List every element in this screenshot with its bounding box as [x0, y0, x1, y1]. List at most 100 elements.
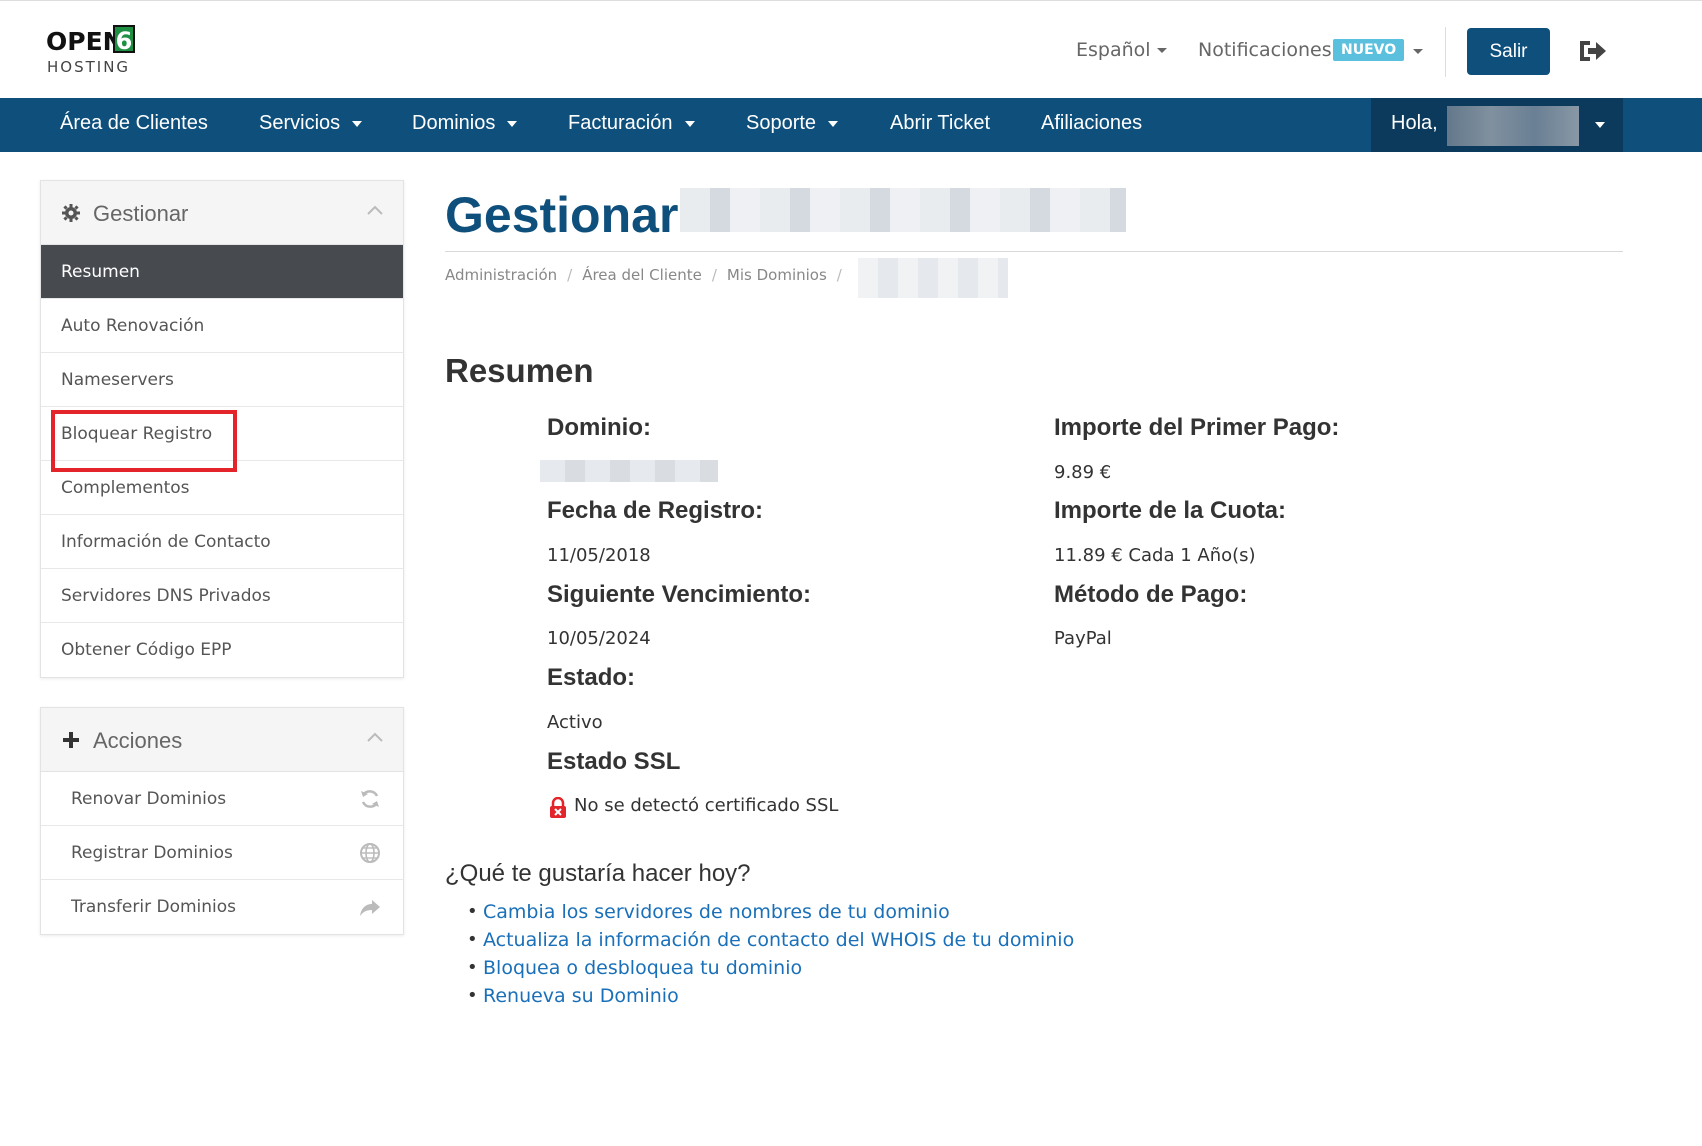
new-badge: NUEVO — [1333, 39, 1405, 61]
sign-out-icon[interactable] — [1576, 37, 1608, 65]
sidebar-item-addons[interactable]: Complementos — [41, 461, 403, 515]
nav-label: Dominios — [412, 112, 496, 134]
language-dropdown[interactable]: Español — [1076, 39, 1167, 61]
domain-label: Dominio: — [547, 414, 651, 441]
nav-services[interactable]: Servicios — [259, 112, 363, 135]
chevron-up-icon[interactable] — [367, 205, 383, 215]
breadcrumb-admin[interactable]: Administración — [445, 266, 557, 284]
page-title: Gestionar — [445, 187, 679, 243]
nav-open-ticket[interactable]: Abrir Ticket — [890, 112, 990, 135]
sidebar-action-renew[interactable]: Renovar Dominios — [41, 772, 403, 826]
notifications-dropdown[interactable]: Notificaciones — [1198, 39, 1332, 61]
main-navbar: Área de Clientes Servicios Dominios Fact… — [0, 98, 1702, 152]
sidebar-item-label: Registrar Dominios — [71, 843, 233, 863]
nav-affiliates[interactable]: Afiliaciones — [1041, 112, 1142, 135]
redacted-username — [1447, 106, 1579, 146]
sidebar-item-label: Información de Contacto — [61, 532, 271, 552]
user-menu[interactable]: Hola, — [1371, 98, 1623, 152]
chevron-down-icon — [828, 120, 839, 127]
nav-billing[interactable]: Facturación — [568, 112, 695, 135]
breadcrumb-separator: / — [711, 266, 717, 284]
manage-panel-title: Gestionar — [93, 201, 189, 226]
sidebar-item-label: Nameservers — [61, 370, 174, 390]
breadcrumb-separator: / — [836, 266, 842, 284]
breadcrumb-separator: / — [567, 266, 573, 284]
ssl-status-label: Estado SSL — [547, 748, 681, 775]
redacted-domain-title — [680, 188, 1126, 232]
actions-panel: Acciones Renovar Dominios Registrar Domi… — [40, 707, 404, 935]
globe-icon — [360, 843, 380, 863]
link-renew-domain[interactable]: Renueva su Dominio — [483, 985, 679, 1007]
list-item: Bloquea o desbloquea tu dominio — [467, 957, 1074, 985]
sidebar-item-label: Auto Renovación — [61, 316, 205, 336]
open6-hosting-logo[interactable]: OPEN 6 HOSTING — [46, 23, 176, 79]
actions-panel-header[interactable]: Acciones — [41, 708, 403, 772]
nav-domains[interactable]: Dominios — [412, 112, 518, 135]
breadcrumb-my-domains[interactable]: Mis Dominios — [727, 266, 827, 284]
sidebar-action-register[interactable]: Registrar Dominios — [41, 826, 403, 880]
sidebar-item-label: Transferir Dominios — [71, 897, 237, 917]
refresh-icon — [361, 790, 379, 808]
link-change-nameservers[interactable]: Cambia los servidores de nombres de tu d… — [483, 901, 950, 923]
notifications-label: Notificaciones — [1198, 39, 1332, 61]
top-header: OPEN 6 HOSTING Español Notificaciones NU… — [0, 0, 1702, 98]
nav-label: Abrir Ticket — [890, 112, 991, 134]
nav-client-area[interactable]: Área de Clientes — [60, 112, 208, 135]
section-title: Resumen — [445, 352, 594, 389]
link-update-whois[interactable]: Actualiza la información de contacto del… — [483, 929, 1074, 951]
next-due-value: 10/05/2024 — [547, 628, 651, 649]
payment-method-value: PayPal — [1054, 628, 1112, 649]
logo-subtext: HOSTING — [47, 58, 131, 76]
header-divider — [1445, 27, 1446, 77]
sidebar-item-epp-code[interactable]: Obtener Código EPP — [41, 623, 403, 677]
manage-panel-header[interactable]: Gestionar — [41, 181, 403, 245]
breadcrumb: Administración / Área del Cliente / Mis Domi… — [445, 266, 852, 284]
chevron-down-icon — [1156, 48, 1167, 53]
gear-icon — [62, 204, 80, 222]
list-item: Actualiza la información de contacto del… — [467, 929, 1074, 957]
sidebar-item-summary[interactable]: Resumen — [41, 245, 403, 299]
status-label: Estado: — [547, 664, 636, 691]
sidebar-item-label: Obtener Código EPP — [61, 640, 232, 660]
nav-support[interactable]: Soporte — [746, 112, 839, 135]
sidebar-item-label: Bloquear Registro — [61, 424, 213, 444]
first-payment-label: Importe del Primer Pago: — [1054, 414, 1340, 441]
chevron-down-icon — [1595, 122, 1605, 128]
sidebar-item-nameservers[interactable]: Nameservers — [41, 353, 403, 407]
breadcrumb-client-area[interactable]: Área del Cliente — [582, 266, 702, 284]
logout-button[interactable]: Salir — [1467, 28, 1550, 75]
status-value: Activo — [547, 712, 603, 733]
what-to-do-heading: ¿Qué te gustaría hacer hoy? — [445, 860, 751, 887]
nav-label: Facturación — [568, 112, 673, 134]
reg-date-value: 11/05/2018 — [547, 545, 651, 566]
sidebar-action-transfer[interactable]: Transferir Dominios — [41, 880, 403, 934]
chevron-down-icon — [507, 120, 518, 127]
plus-icon — [63, 732, 79, 748]
nav-label: Área de Clientes — [60, 112, 208, 134]
sidebar-item-registrar-lock[interactable]: Bloquear Registro — [41, 407, 403, 472]
list-item: Cambia los servidores de nombres de tu d… — [467, 901, 1074, 929]
list-item: Renueva su Dominio — [467, 985, 1074, 1013]
manage-panel: Gestionar Resumen Auto Renovación Namese… — [40, 180, 404, 678]
payment-method-label: Método de Pago: — [1054, 581, 1248, 608]
first-payment-value: 9.89 € — [1054, 462, 1112, 483]
nav-label: Servicios — [259, 112, 341, 134]
chevron-down-icon[interactable] — [1413, 49, 1423, 54]
nav-label: Soporte — [746, 112, 817, 134]
redacted-breadcrumb-domain — [858, 258, 1008, 298]
chevron-down-icon — [684, 120, 695, 127]
logo-six-mark: 6 — [113, 25, 135, 55]
share-icon — [360, 900, 380, 916]
sidebar-item-contact-info[interactable]: Información de Contacto — [41, 515, 403, 569]
chevron-up-icon[interactable] — [367, 732, 383, 742]
nav-label: Afiliaciones — [1041, 112, 1143, 134]
quick-links-list: Cambia los servidores de nombres de tu d… — [467, 901, 1074, 1013]
recurring-amount-label: Importe de la Cuota: — [1054, 497, 1287, 524]
sidebar-item-auto-renew[interactable]: Auto Renovación — [41, 299, 403, 353]
sidebar-item-private-dns[interactable]: Servidores DNS Privados — [41, 569, 403, 623]
link-lock-domain[interactable]: Bloquea o desbloquea tu dominio — [483, 957, 802, 979]
user-greeting: Hola, — [1391, 112, 1438, 134]
sidebar-item-label: Renovar Dominios — [71, 789, 227, 809]
logo-text: OPEN — [46, 27, 124, 56]
chevron-down-icon — [352, 120, 363, 127]
